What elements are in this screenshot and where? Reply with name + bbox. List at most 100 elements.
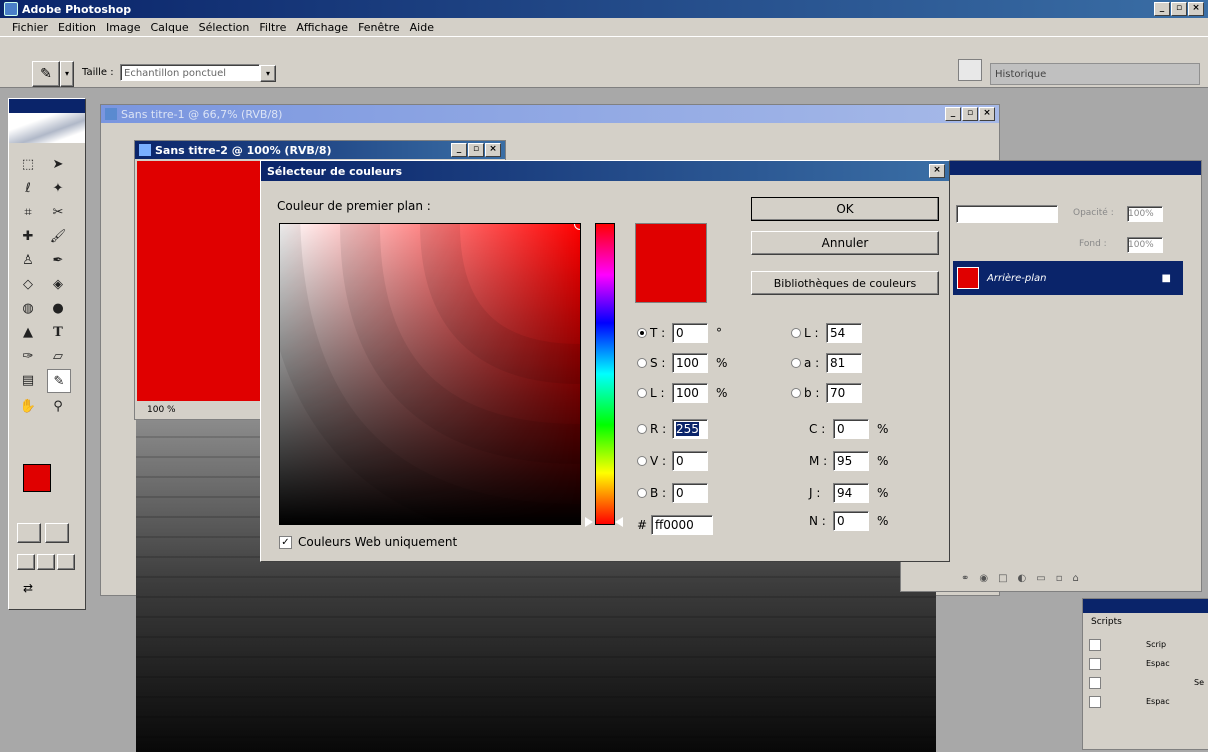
opacity-field[interactable]: 100% — [1127, 206, 1163, 222]
move-tool-icon[interactable]: ➤ — [47, 153, 69, 175]
layer-row[interactable]: Arrière-plan ■ — [953, 261, 1183, 295]
ok-button[interactable]: OK — [751, 197, 939, 221]
history-tab[interactable]: Historique — [990, 63, 1200, 85]
hue-input[interactable]: 0 — [672, 323, 708, 343]
menu-fichier[interactable]: Fichier — [12, 21, 48, 34]
shape-tool-icon[interactable]: ▱ — [47, 345, 69, 367]
menu-edition[interactable]: Edition — [58, 21, 96, 34]
hue-radio[interactable] — [637, 328, 647, 338]
eraser-tool-icon[interactable]: ◇ — [17, 273, 39, 295]
black-input[interactable]: 0 — [833, 511, 869, 531]
menu-selection[interactable]: Sélection — [199, 21, 250, 34]
doc2-close-button[interactable]: × — [485, 143, 501, 157]
hue-slider[interactable] — [595, 223, 615, 525]
menu-aide[interactable]: Aide — [410, 21, 434, 34]
lab-b-radio[interactable] — [791, 388, 801, 398]
yellow-input[interactable]: 94 — [833, 483, 869, 503]
web-only-checkbox[interactable]: ✓ — [279, 535, 292, 549]
minimize-button[interactable]: _ — [1154, 2, 1170, 16]
hue-slider-handle-right[interactable] — [615, 517, 623, 527]
palette-well-icon[interactable] — [958, 59, 982, 81]
maximize-button[interactable]: ▫ — [1171, 2, 1187, 16]
doc2-minimize-button[interactable]: _ — [451, 143, 467, 157]
scripts-tab[interactable]: Scripts — [1091, 617, 1208, 627]
saturation-input[interactable]: 100 — [672, 353, 708, 373]
lab-b-input[interactable]: 70 — [826, 383, 862, 403]
lasso-tool-icon[interactable]: ℓ — [17, 177, 39, 199]
color-picker-title-bar[interactable]: Sélecteur de couleurs × — [261, 161, 949, 181]
blue-input[interactable]: 0 — [672, 483, 708, 503]
lab-l-input[interactable]: 54 — [826, 323, 862, 343]
menu-image[interactable]: Image — [106, 21, 140, 34]
hand-tool-icon[interactable]: ✋ — [17, 395, 39, 417]
eyedropper-tool-icon[interactable]: ✎ — [47, 369, 71, 393]
green-radio[interactable] — [637, 456, 647, 466]
magic-wand-tool-icon[interactable]: ✦ — [47, 177, 69, 199]
fill-field[interactable]: 100% — [1127, 237, 1163, 253]
color-libraries-button[interactable]: Bibliothèques de couleurs — [751, 271, 939, 295]
stamp-tool-icon[interactable]: ♙ — [17, 249, 39, 271]
paint-bucket-tool-icon[interactable]: ◈ — [47, 273, 69, 295]
script-row-label: Espac — [1146, 659, 1170, 668]
script-row[interactable]: Se — [1089, 673, 1208, 692]
doc2-maximize-button[interactable]: ▫ — [468, 143, 484, 157]
jump-to-imageready-icon[interactable]: ⇄ — [23, 581, 63, 597]
color-field[interactable] — [279, 223, 581, 525]
script-row[interactable]: Espac — [1089, 692, 1208, 711]
brightness-radio[interactable] — [637, 388, 647, 398]
crop-tool-icon[interactable]: ⌗ — [17, 201, 39, 223]
new-color-preview — [635, 223, 707, 303]
foreground-color-swatch[interactable] — [23, 464, 51, 492]
document-1-title-bar[interactable]: Sans titre-1 @ 66,7% (RVB/8) _ ▫ × — [101, 105, 999, 123]
zoom-level[interactable]: 100 % — [147, 405, 176, 415]
hex-input[interactable]: ff0000 — [651, 515, 713, 535]
dialog-close-button[interactable]: × — [929, 164, 945, 178]
document-2-title-bar[interactable]: Sans titre-2 @ 100% (RVB/8) _ ▫ × — [135, 141, 505, 159]
red-radio[interactable] — [637, 424, 647, 434]
tool-preset-picker[interactable]: ✎ — [32, 61, 60, 87]
blend-mode-select[interactable] — [956, 205, 1058, 223]
cyan-input[interactable]: 0 — [833, 419, 869, 439]
saturation-radio[interactable] — [637, 358, 647, 368]
magenta-input[interactable]: 95 — [833, 451, 869, 471]
lab-l-radio[interactable] — [791, 328, 801, 338]
marquee-tool-icon[interactable]: ⬚ — [17, 153, 39, 175]
menu-fenetre[interactable]: Fenêtre — [358, 21, 400, 34]
blue-radio[interactable] — [637, 488, 647, 498]
layer-thumbnail — [957, 267, 979, 289]
type-tool-icon[interactable]: T — [47, 321, 69, 343]
zoom-tool-icon[interactable]: ⚲ — [47, 395, 69, 417]
hue-slider-handle-left[interactable] — [585, 517, 593, 527]
cancel-button[interactable]: Annuler — [751, 231, 939, 255]
size-select[interactable]: Echantillon ponctuel — [120, 64, 260, 81]
doc1-close-button[interactable]: × — [979, 107, 995, 121]
tool-preset-dropdown[interactable]: ▾ — [60, 61, 74, 87]
menu-affichage[interactable]: Affichage — [296, 21, 348, 34]
history-brush-tool-icon[interactable]: ✒ — [47, 249, 69, 271]
quick-mask-icon[interactable] — [17, 523, 75, 543]
path-select-tool-icon[interactable]: ▲ — [17, 321, 39, 343]
menu-calque[interactable]: Calque — [150, 21, 188, 34]
script-row[interactable]: Scrip — [1089, 635, 1208, 654]
slice-tool-icon[interactable]: ✂ — [47, 201, 69, 223]
notes-tool-icon[interactable]: ▤ — [17, 369, 39, 391]
blur-tool-icon[interactable]: ◍ — [17, 297, 39, 319]
saturation-field-row: S : 100 % — [637, 353, 727, 373]
dodge-tool-icon[interactable]: ● — [47, 297, 69, 319]
close-button[interactable]: × — [1188, 2, 1204, 16]
red-input[interactable]: 255 — [672, 419, 708, 439]
green-input[interactable]: 0 — [672, 451, 708, 471]
brightness-input[interactable]: 100 — [672, 383, 708, 403]
lab-a-input[interactable]: 81 — [826, 353, 862, 373]
brush-tool-icon[interactable]: 🖌 — [47, 225, 69, 247]
lab-a-radio[interactable] — [791, 358, 801, 368]
size-dropdown-arrow[interactable]: ▾ — [260, 65, 276, 82]
healing-brush-tool-icon[interactable]: ✚ — [17, 225, 39, 247]
doc1-maximize-button[interactable]: ▫ — [962, 107, 978, 121]
pen-tool-icon[interactable]: ✑ — [17, 345, 39, 367]
script-row[interactable]: Espac — [1089, 654, 1208, 673]
menu-filtre[interactable]: Filtre — [259, 21, 286, 34]
screen-mode-icon[interactable] — [17, 554, 79, 570]
document-2-canvas[interactable] — [137, 161, 265, 401]
doc1-minimize-button[interactable]: _ — [945, 107, 961, 121]
